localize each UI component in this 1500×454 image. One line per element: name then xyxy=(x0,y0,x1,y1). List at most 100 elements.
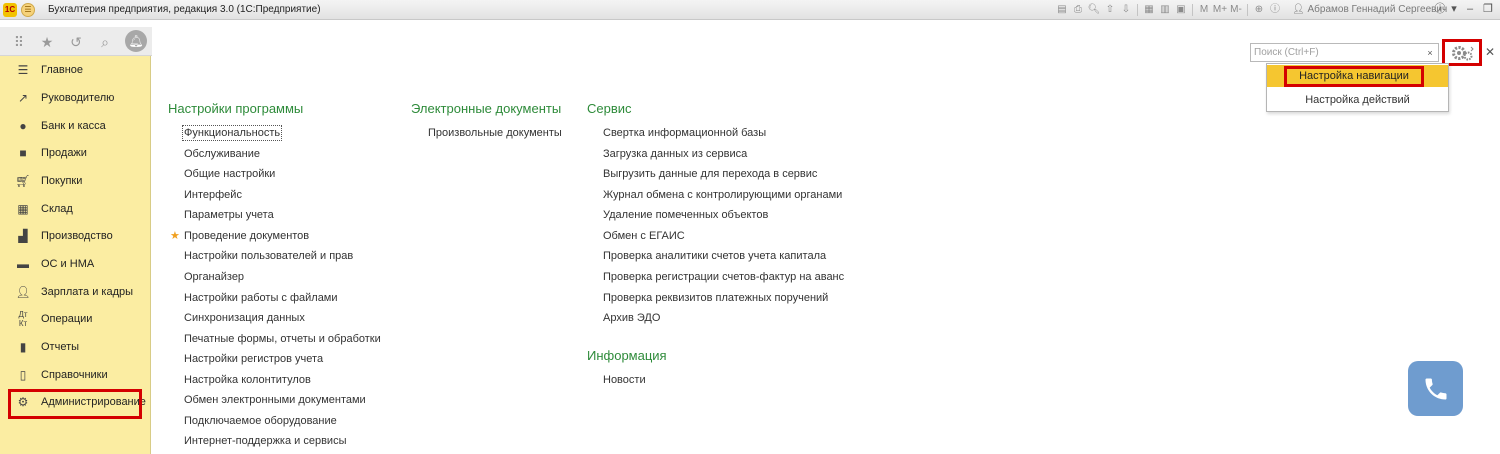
link-document-posting[interactable]: Проведение документов xyxy=(184,230,309,242)
link-edoc-exchange[interactable]: Обмен электронными документами xyxy=(184,394,366,406)
gears-icon xyxy=(1452,45,1474,60)
link-accounting-parameters[interactable]: Параметры учета xyxy=(184,209,274,221)
restore-icon[interactable]: ❐ xyxy=(1480,2,1496,17)
call-widget-button[interactable] xyxy=(1408,361,1463,416)
sidebar-item-warehouse[interactable]: ▦ Склад xyxy=(0,196,151,222)
cart-icon: 🛒︎ xyxy=(15,174,31,188)
link-print-forms[interactable]: Печатные формы, отчеты и обработки xyxy=(184,333,381,345)
link-user-settings[interactable]: Настройки пользователей и прав xyxy=(184,250,353,262)
section-title-edocs: Электронные документы xyxy=(411,101,562,116)
sidebar-item-label: ОС и НМА xyxy=(41,258,95,270)
link-data-sync[interactable]: Синхронизация данных xyxy=(184,312,305,324)
user-name: Абрамов Геннадий Сергеевич xyxy=(1307,4,1448,15)
sidebar-item-label: Отчеты xyxy=(41,341,80,353)
sidebar-item-manager[interactable]: ↗ Руководителю xyxy=(0,85,151,111)
link-db-rollup[interactable]: Свертка информационной базы xyxy=(603,127,766,139)
minimize-icon[interactable]: – xyxy=(1462,2,1478,17)
link-organizer[interactable]: Органайзер xyxy=(184,271,244,283)
history-icon[interactable]: ↺ xyxy=(67,33,85,51)
sidebar-item-label: Руководителю xyxy=(41,92,115,104)
link-functionality[interactable]: Функциональность xyxy=(181,125,283,141)
sidebar-item-label: Банк и касса xyxy=(41,120,106,132)
link-advance-invoices-check[interactable]: Проверка регистрации счетов-фактур на ав… xyxy=(603,271,844,283)
link-file-settings[interactable]: Настройки работы с файлами xyxy=(184,292,338,304)
sidebar-item-label: Склад xyxy=(41,203,73,215)
sidebar-item-production[interactable]: ▟ Производство xyxy=(0,223,151,249)
sidebar-item-purchases[interactable]: 🛒︎ Покупки xyxy=(0,168,151,194)
sidebar-item-label: Главное xyxy=(41,64,84,76)
search-input[interactable] xyxy=(1250,43,1423,62)
window-title-bar: 1C ☰ Бухгалтерия предприятия, редакция 3… xyxy=(0,0,1500,20)
window-title: Бухгалтерия предприятия, редакция 3.0 (1… xyxy=(48,4,321,15)
sidebar-toolbar: ⠿ ★ ↺ ⌕ 🔔︎ xyxy=(0,27,152,56)
sidebar-item-salary[interactable]: 👤︎ Зарплата и кадры xyxy=(0,279,151,305)
factory-icon: ▟ xyxy=(18,229,28,243)
link-capital-accounts-check[interactable]: Проверка аналитики счетов учета капитала xyxy=(603,250,826,262)
settings-gear-button[interactable] xyxy=(1442,39,1482,66)
current-user[interactable]: 👤︎ Абрамов Геннадий Сергеевич xyxy=(1292,4,1447,15)
upload-icon[interactable]: ⇧ xyxy=(1102,3,1118,17)
notifications-bell-icon[interactable]: 🔔︎ xyxy=(125,30,147,52)
book-icon: ▯ xyxy=(19,368,27,382)
sidebar-item-assets[interactable]: ▬ ОС и НМА xyxy=(0,251,151,277)
warehouse-icon: ▦ xyxy=(17,202,29,216)
link-delete-marked[interactable]: Удаление помеченных объектов xyxy=(603,209,768,221)
sidebar-item-main[interactable]: ☰ Главное xyxy=(0,57,151,83)
link-edo-archive[interactable]: Архив ЭДО xyxy=(603,312,660,324)
link-news[interactable]: Новости xyxy=(603,374,646,386)
link-load-from-service[interactable]: Загрузка данных из сервиса xyxy=(603,148,747,160)
save-icon[interactable]: ▤ xyxy=(1054,3,1070,17)
sidebar-item-label: Покупки xyxy=(41,175,83,187)
link-maintenance[interactable]: Обслуживание xyxy=(184,148,260,160)
info-icon[interactable]: ⓘ xyxy=(1267,3,1283,17)
dt-kt-icon: Дт Кт xyxy=(18,310,28,328)
preview-icon[interactable]: 🔍︎ xyxy=(1086,3,1102,17)
bar-chart-icon: ▮ xyxy=(19,340,27,354)
calculator-icon[interactable]: ▣ xyxy=(1173,3,1189,17)
sidebar-item-sales[interactable]: ■ Продажи xyxy=(0,140,151,166)
link-equipment[interactable]: Подключаемое оборудование xyxy=(184,415,337,427)
favorites-star-icon[interactable]: ★ xyxy=(38,33,56,51)
administration-highlight-frame xyxy=(8,389,142,419)
favorite-star-icon[interactable]: ★ xyxy=(170,229,180,242)
link-register-settings[interactable]: Настройки регистров учета xyxy=(184,353,323,365)
sidebar-item-reports[interactable]: ▮ Отчеты xyxy=(0,334,151,360)
menu-item-action-settings[interactable]: Настройка действий xyxy=(1267,89,1448,111)
sidebar-item-label: Операции xyxy=(41,313,93,325)
link-interface[interactable]: Интерфейс xyxy=(184,189,242,201)
search-icon[interactable]: ⌕ xyxy=(96,33,114,51)
table-icon[interactable]: ▥ xyxy=(1157,3,1173,17)
m-button[interactable]: M xyxy=(1196,3,1212,17)
calendar-icon[interactable]: ▦ xyxy=(1141,3,1157,17)
sidebar-item-label: Производство xyxy=(41,230,113,242)
main-menu-icon[interactable]: ☰ xyxy=(21,3,35,17)
sidebar-item-operations[interactable]: Дт Кт Операции xyxy=(0,306,151,332)
toolbar-divider xyxy=(1247,4,1248,16)
link-export-to-service[interactable]: Выгрузить данные для перехода в сервис xyxy=(603,168,817,180)
print-icon[interactable]: ⎙ xyxy=(1070,3,1086,17)
link-general-settings[interactable]: Общие настройки xyxy=(184,168,275,180)
sidebar-item-bank[interactable]: ● Банк и касса xyxy=(0,113,151,139)
settings-dropdown-menu: Настройка навигации Настройка действий xyxy=(1266,63,1449,112)
chevron-down-icon[interactable]: ▾ xyxy=(1446,2,1462,17)
zoom-icon[interactable]: ⊕ xyxy=(1251,3,1267,17)
sidebar-item-catalogs[interactable]: ▯ Справочники xyxy=(0,362,151,388)
m-minus-button[interactable]: M- xyxy=(1228,3,1244,17)
section-title-program-settings: Настройки программы xyxy=(168,101,304,116)
trend-icon: ↗ xyxy=(17,91,29,105)
download-icon[interactable]: ⇩ xyxy=(1118,3,1134,17)
link-arbitrary-documents[interactable]: Произвольные документы xyxy=(428,127,562,139)
bag-icon: ■ xyxy=(19,146,27,160)
search-clear-button[interactable]: × xyxy=(1422,43,1439,62)
apps-grid-icon[interactable]: ⠿ xyxy=(10,33,28,51)
user-icon: 👤︎ xyxy=(1292,4,1305,15)
car-icon: ▬ xyxy=(17,257,29,271)
close-icon[interactable]: ✕ xyxy=(1485,45,1495,59)
link-header-footer[interactable]: Настройка колонтитулов xyxy=(184,374,311,386)
link-payment-orders-check[interactable]: Проверка реквизитов платежных поручений xyxy=(603,292,828,304)
link-internet-support[interactable]: Интернет-поддержка и сервисы xyxy=(184,435,346,447)
link-regulatory-exchange-log[interactable]: Журнал обмена с контролирующими органами xyxy=(603,189,842,201)
menu-item-navigation-settings[interactable]: Настройка навигации xyxy=(1267,65,1448,87)
m-plus-button[interactable]: M+ xyxy=(1212,3,1228,17)
link-egais-exchange[interactable]: Обмен с ЕГАИС xyxy=(603,230,685,242)
